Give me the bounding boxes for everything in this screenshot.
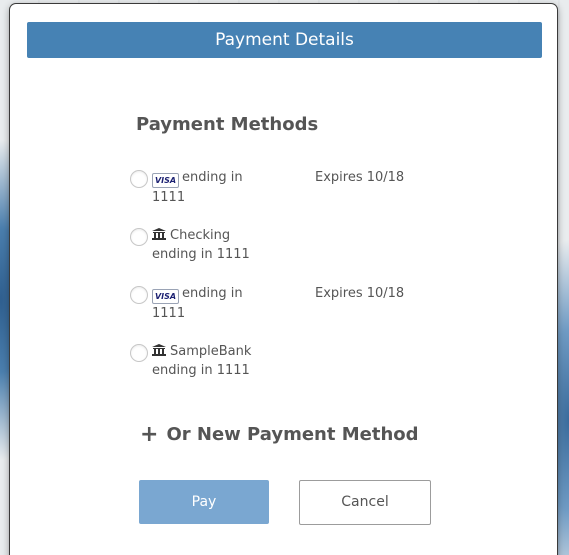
- payment-method-line1: SampleBank: [170, 344, 252, 359]
- payment-method-samplebank[interactable]: SampleBank ending in 1111: [130, 342, 430, 382]
- payment-method-description: VISA ending in 1111: [152, 168, 312, 207]
- payment-method-line1: ending in: [182, 286, 243, 301]
- payment-method-description: SampleBank ending in 1111: [152, 342, 312, 380]
- payment-method-visa-2[interactable]: VISA ending in 1111 Expires 10/18: [130, 284, 430, 324]
- payment-method-line2: ending in 1111: [152, 247, 250, 262]
- payment-method-radio[interactable]: [130, 228, 148, 246]
- payment-method-line1: ending in: [182, 170, 243, 185]
- payment-method-radio[interactable]: [130, 286, 148, 304]
- new-payment-method-link[interactable]: + Or New Payment Method: [140, 422, 419, 447]
- bank-icon: [152, 344, 166, 356]
- payment-details-modal: Payment Details Payment Methods VISA endi…: [10, 4, 557, 555]
- payment-method-description: Checking ending in 1111: [152, 226, 312, 264]
- payment-method-description: VISA ending in 1111: [152, 284, 312, 323]
- plus-icon: +: [140, 422, 159, 447]
- payment-method-visa-1[interactable]: VISA ending in 1111 Expires 10/18: [130, 168, 430, 208]
- bank-icon: [152, 228, 166, 240]
- payment-method-radio[interactable]: [130, 344, 148, 362]
- card-expiry: Expires 10/18: [315, 170, 405, 185]
- payment-method-line2: 1111: [152, 306, 186, 321]
- card-expiry: Expires 10/18: [315, 286, 405, 301]
- payment-method-line2: 1111: [152, 190, 186, 205]
- payment-method-line1: Checking: [170, 228, 231, 243]
- modal-header: Payment Details: [27, 22, 542, 58]
- payment-method-line2: ending in 1111: [152, 363, 250, 378]
- visa-icon: VISA: [152, 289, 179, 304]
- payment-method-radio[interactable]: [130, 170, 148, 188]
- payment-method-checking[interactable]: Checking ending in 1111: [130, 226, 430, 266]
- payment-methods-heading: Payment Methods: [136, 114, 319, 135]
- new-payment-method-label: Or New Payment Method: [166, 424, 419, 445]
- pay-button[interactable]: Pay: [139, 480, 269, 524]
- cancel-button[interactable]: Cancel: [299, 480, 431, 525]
- visa-icon: VISA: [152, 173, 179, 188]
